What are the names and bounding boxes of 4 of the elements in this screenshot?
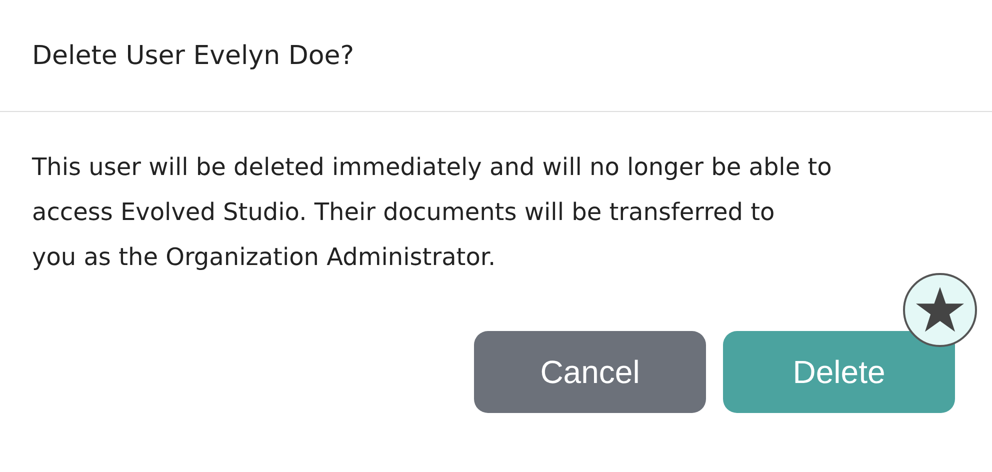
- confirmation-message: This user will be deleted immediately and will no longer be able to access Evolved Studio. Their documents will be transferred to you as the Organization Administrator.: [32, 152, 833, 273]
- cancel-button[interactable]: Cancel: [474, 331, 706, 413]
- delete-button[interactable]: Delete: [723, 331, 955, 413]
- dialog-title: Delete User Evelyn Doe?: [32, 40, 354, 70]
